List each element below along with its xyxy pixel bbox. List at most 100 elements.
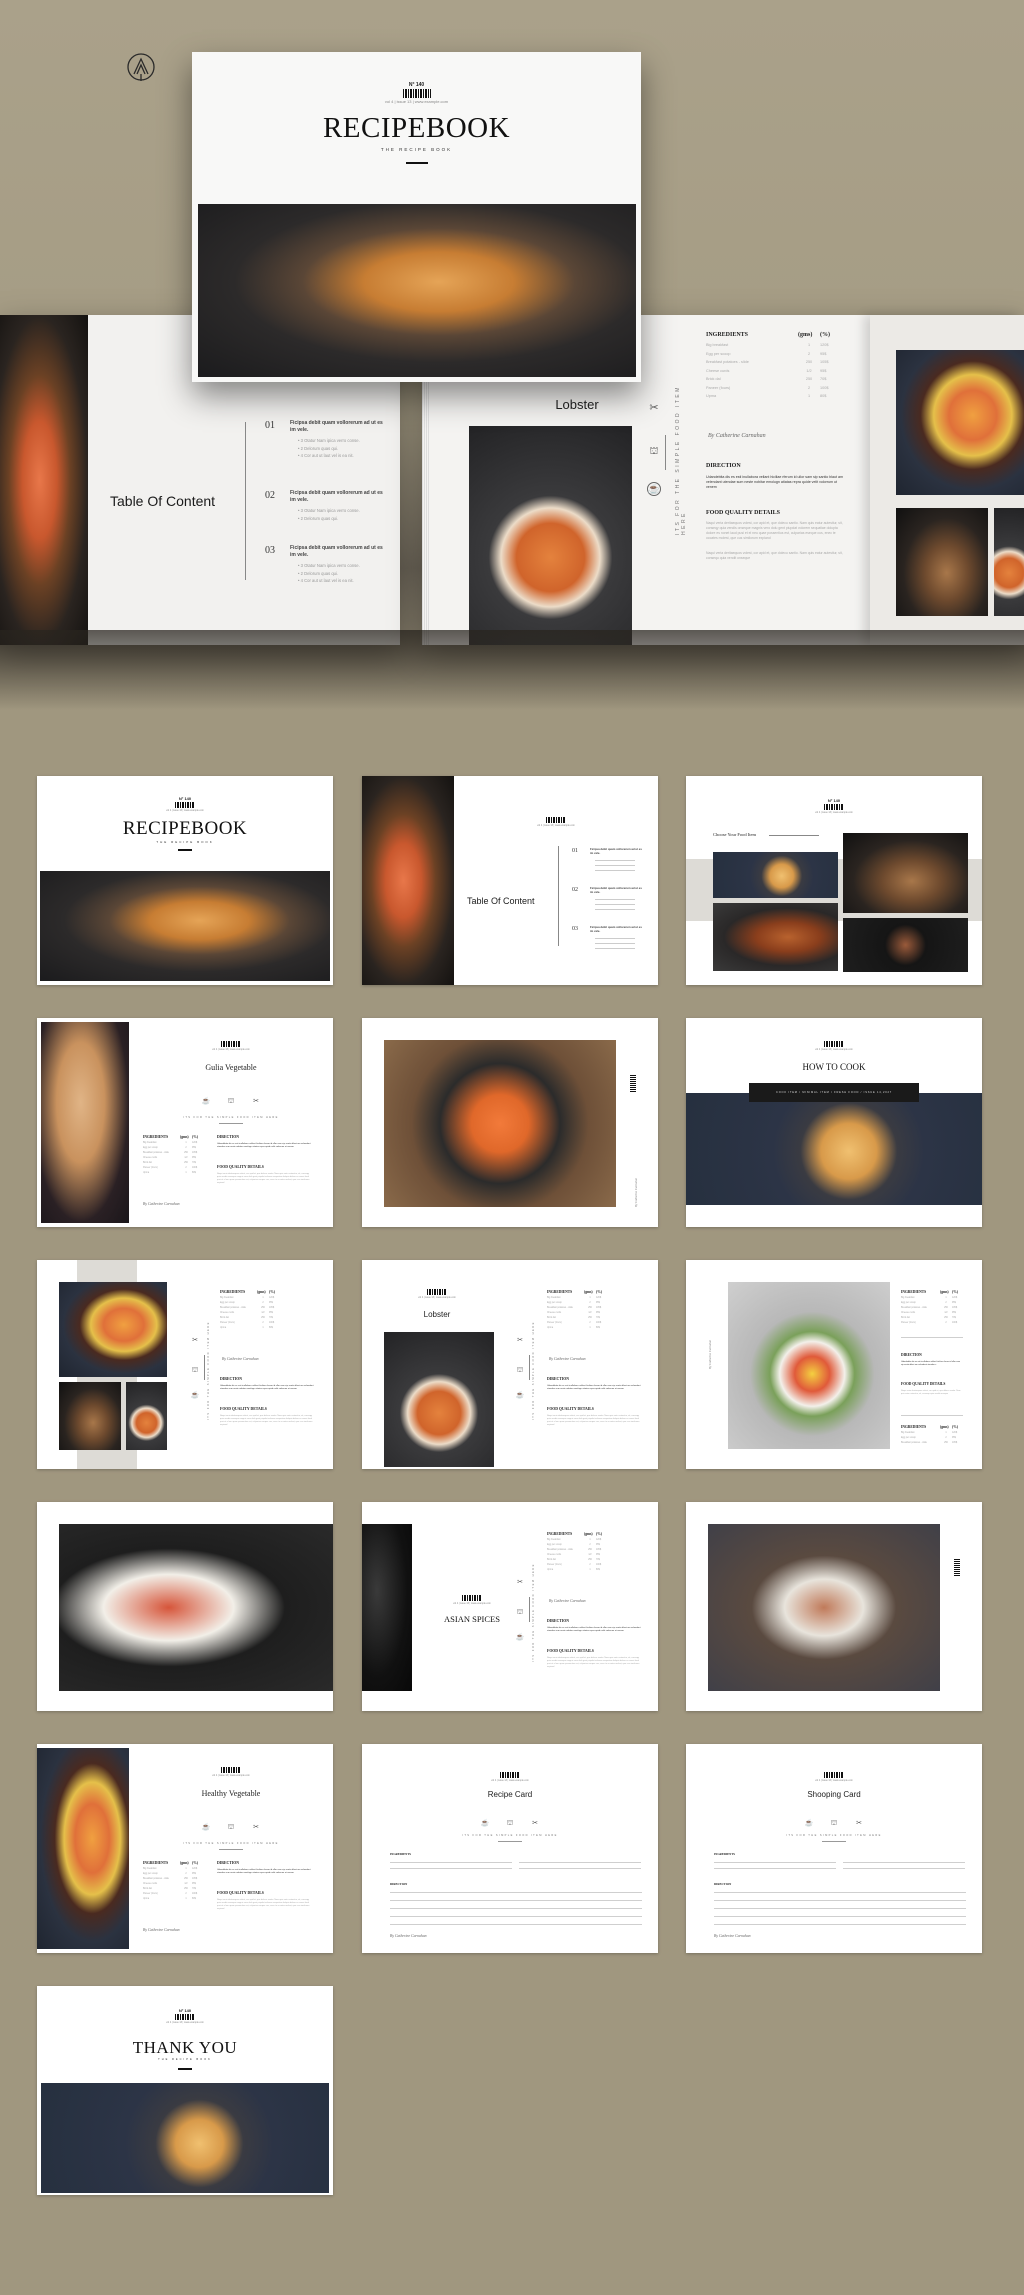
toc-heading: Ficipsa debit quam vollorerum ad ut es i… bbox=[590, 925, 642, 933]
page-thumb-healthy[interactable]: vol 4 | issue 13 | www.example.com Health… bbox=[37, 1744, 333, 1953]
signature: By Catherine Carnahan bbox=[549, 1357, 586, 1361]
direction-title: DIRECTION bbox=[217, 1135, 239, 1139]
input-line[interactable] bbox=[390, 1892, 642, 1893]
page-title: HOW TO COOK bbox=[802, 1062, 866, 1072]
ingredient-price: 120$ bbox=[952, 1297, 958, 1299]
page-thumb-fig[interactable] bbox=[686, 1502, 982, 1711]
input-line[interactable] bbox=[843, 1862, 965, 1863]
input-line[interactable] bbox=[714, 1908, 966, 1909]
ingredient-row: Brick dal 250 70$ bbox=[143, 1162, 203, 1164]
page-thumb-choose[interactable]: N° 140 vol 4 | issue 13 | www.example.com… bbox=[686, 776, 982, 985]
page-thumb-shopping-card[interactable]: vol 4 | issue 13 | www.example.com Shoopi… bbox=[686, 1744, 982, 1953]
page-thumb-collage[interactable]: ITS FOR THE SIMPLE FOOD ITEM HERE ✂ ⛫ ☕ INGR… bbox=[37, 1260, 333, 1469]
ingredient-row: Big breakfast 1 120$ bbox=[547, 1539, 607, 1541]
page-thumb-recipe-card[interactable]: vol 4 | issue 13 | www.example.com Recipe… bbox=[362, 1744, 658, 1953]
page-header: vol 4 | issue 13 | www.example.com bbox=[417, 1594, 527, 1605]
ingredient-price: 120$ bbox=[192, 1868, 198, 1870]
ingredient-gms: 2 bbox=[589, 1322, 591, 1324]
page-thumb-asian[interactable]: vol 4 | issue 13 | www.example.com ASIAN … bbox=[362, 1502, 658, 1711]
col-pct: (%) bbox=[596, 1290, 602, 1294]
ingredient-gms: 1 bbox=[185, 1142, 187, 1144]
ingredient-gms: 1 bbox=[185, 1898, 187, 1900]
dish-photo bbox=[843, 918, 968, 972]
marble-photo bbox=[362, 1524, 412, 1691]
ingredient-price: 70$ bbox=[192, 1888, 196, 1890]
col-pct: (%) bbox=[192, 1861, 198, 1865]
input-line[interactable] bbox=[390, 1908, 642, 1909]
meatball-photo bbox=[896, 350, 1024, 495]
direction-text: Udandebita dis es esti inullabora vellan… bbox=[217, 1869, 311, 1875]
page-header: vol 4 | issue 13 | www.example.com bbox=[129, 1766, 333, 1777]
ingredient-price: 95$ bbox=[596, 1312, 600, 1314]
ingredient-row: Paneer (fours) 2 100$ bbox=[220, 1322, 280, 1324]
input-line[interactable] bbox=[519, 1862, 641, 1863]
input-line[interactable] bbox=[714, 1900, 966, 1901]
ingredient-name: Big breakfast bbox=[901, 1297, 915, 1299]
toc-bullet-line bbox=[595, 865, 635, 866]
input-line[interactable] bbox=[390, 1916, 642, 1917]
ingredients-header: INGREDIENTS (gms) (%) bbox=[547, 1532, 607, 1536]
input-line[interactable] bbox=[390, 1924, 642, 1925]
input-line[interactable] bbox=[714, 1862, 836, 1863]
kitchen-tools-icon: ✂ bbox=[192, 1337, 198, 1344]
col-ingredients: INGREDIENTS bbox=[901, 1290, 927, 1294]
page-thumb-toc[interactable]: vol 4 | issue 13 | www.example.com Table … bbox=[362, 776, 658, 985]
food-plate-icon: ☕ bbox=[190, 1392, 200, 1399]
ingredient-row: Brick dal 250 70$ bbox=[143, 1888, 203, 1890]
ingredient-price: 105$ bbox=[192, 1878, 198, 1880]
page-thumb-breakfast[interactable]: By Catherine Carnahan INGREDIENTS (gms) (%)… bbox=[686, 1260, 982, 1469]
ingredient-row: Egg per scoop 2 95$ bbox=[143, 1147, 203, 1149]
col-ingredients: INGREDIENTS bbox=[143, 1861, 169, 1865]
input-line[interactable] bbox=[714, 1892, 966, 1893]
ingredient-name: Cheese curds bbox=[547, 1554, 562, 1556]
ingredient-price: 70$ bbox=[820, 377, 827, 381]
ingredients-table: INGREDIENTS (gms) (%) Big breakfast 1 120$ Egg… bbox=[143, 1135, 203, 1177]
ingredient-gms: 2 bbox=[807, 351, 811, 356]
ingredient-name: Cheese curds bbox=[143, 1157, 158, 1159]
quality-title: FOOD QUALITY DETAILS bbox=[706, 510, 781, 516]
toc-bullet: • 3 Otatur Nam ipica verro conse. bbox=[298, 438, 360, 443]
page-thumb-thank-you[interactable]: N° 140 vol 4 | issue 13 | www.example.com… bbox=[37, 1986, 333, 2195]
bread-photo bbox=[59, 1382, 121, 1450]
ingredient-gms: 1/2 bbox=[184, 1157, 188, 1159]
toc-bullet-line bbox=[595, 909, 635, 910]
input-line[interactable] bbox=[390, 1868, 512, 1869]
ingredient-price: 95$ bbox=[820, 351, 827, 356]
ingredient-name: Big breakfast bbox=[547, 1297, 561, 1299]
ingredient-gms: 250 bbox=[944, 1307, 948, 1309]
page-thumb-lobster[interactable]: vol 4 | issue 13 | www.example.com Lobste… bbox=[362, 1260, 658, 1469]
title-rule bbox=[178, 2068, 192, 2070]
ingredient-name: Egg per scoop bbox=[143, 1147, 158, 1149]
page-thumb-rice[interactable] bbox=[37, 1502, 333, 1711]
ingredient-row: Upma 1 80$ bbox=[143, 1172, 203, 1174]
col-ingredients: INGREDIENTS bbox=[547, 1290, 573, 1294]
ingredient-name: Upma bbox=[547, 1569, 554, 1571]
input-line[interactable] bbox=[714, 1924, 966, 1925]
input-line[interactable] bbox=[714, 1868, 836, 1869]
ingredient-row: Paneer (fours) 2 100$ bbox=[143, 1893, 203, 1895]
input-line[interactable] bbox=[390, 1862, 512, 1863]
ingredient-name: Egg per scoop bbox=[547, 1544, 562, 1546]
page-thumb-gulia[interactable]: vol 4 | issue 13 | www.example.com Gulia … bbox=[37, 1018, 333, 1227]
kitchen-tools-icon: ✂ bbox=[649, 401, 659, 414]
ingredient-name: Upma bbox=[143, 1898, 150, 1900]
ingredient-row: Breakfast potatoes - slide 250 105$ bbox=[901, 1307, 963, 1309]
ingredient-row: Paneer (fours) 2 100$ bbox=[706, 386, 856, 390]
ingredient-price: 105$ bbox=[596, 1549, 602, 1551]
input-line[interactable] bbox=[519, 1868, 641, 1869]
ingredient-gms: 1/2 bbox=[944, 1312, 948, 1314]
input-line[interactable] bbox=[390, 1900, 642, 1901]
issue-number: N° 140 bbox=[178, 796, 192, 801]
salmon-photo bbox=[0, 315, 88, 645]
quality-text: Naqui veria deritaequos volest, cor apid… bbox=[547, 1657, 640, 1669]
input-line[interactable] bbox=[843, 1868, 965, 1869]
page-thumb-howto[interactable]: vol 4 | issue 13 | www.example.com HOW TO… bbox=[686, 1018, 982, 1227]
toc-number: 03 bbox=[572, 926, 578, 932]
page-thumb-pumpkin[interactable]: By Catherine Carnahan bbox=[362, 1018, 658, 1227]
direction-label: DIRECTION bbox=[714, 1882, 732, 1886]
ingredient-price: 120$ bbox=[192, 1142, 198, 1144]
input-line[interactable] bbox=[714, 1916, 966, 1917]
page-thumb-cover[interactable]: N° 140 vol 4 | issue 13 | www.example.com… bbox=[37, 776, 333, 985]
ingredient-gms: 1 bbox=[262, 1327, 264, 1329]
direction-text: Udandebita dis es esti inullabora vellan… bbox=[901, 1361, 961, 1366]
